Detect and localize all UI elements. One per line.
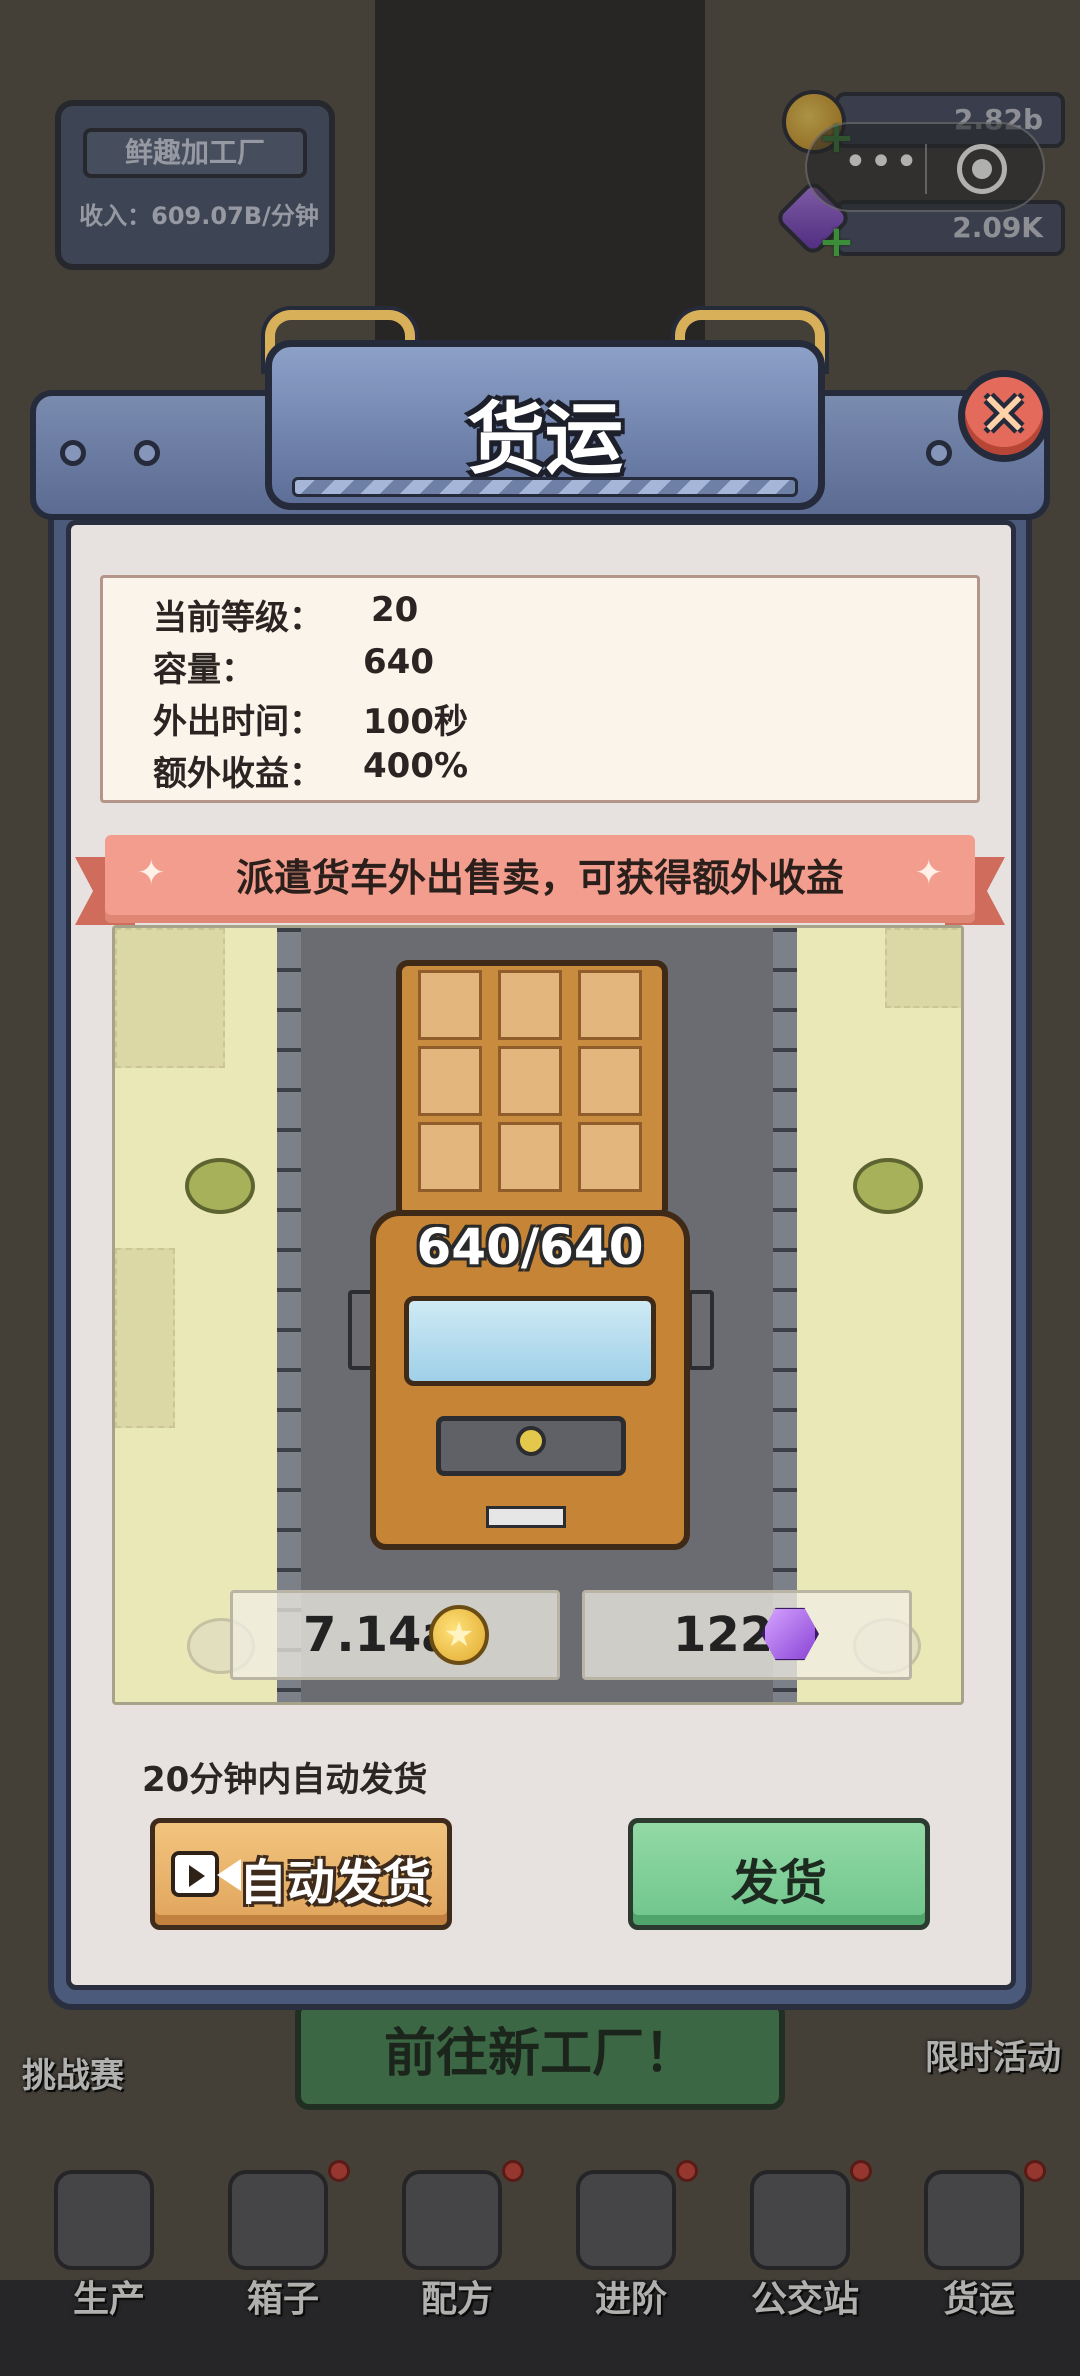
windshield (404, 1296, 656, 1386)
bush (853, 1158, 923, 1214)
auto-ship-label: 自动发货 (239, 1855, 432, 1911)
stat-value: 640 (363, 642, 434, 682)
crate (498, 1046, 562, 1116)
bush (185, 1158, 255, 1214)
rivet (926, 440, 952, 466)
coin-icon (429, 1605, 489, 1665)
coin-reward: 7.14a (230, 1590, 560, 1680)
truck-load-count: 640/640 (416, 1218, 644, 1276)
stat-label: 外出时间： (153, 702, 323, 742)
stat-label: 额外收益： (153, 754, 323, 794)
crate (418, 970, 482, 1040)
dialog-title: 货运 (466, 395, 623, 485)
crate (498, 1122, 562, 1192)
auto-ship-note: 20分钟内自动发货 (142, 1760, 428, 1800)
auto-ship-button[interactable]: 自动发货 (150, 1818, 452, 1930)
crate (578, 1046, 642, 1116)
sparkle-icon: ✦ (914, 853, 944, 893)
title-stripe (292, 477, 798, 497)
crate (498, 970, 562, 1040)
gem-reward-value: 122 (673, 1607, 774, 1663)
stat-value: 100秒 (363, 702, 468, 742)
crate (418, 1046, 482, 1116)
close-button[interactable]: ✕ (958, 370, 1050, 462)
stats-card: 当前等级： 20 容量： 640 外出时间： 100秒 额外收益： 400% (100, 575, 980, 803)
grass-patch (115, 1248, 175, 1428)
grass-patch (115, 928, 225, 1068)
ship-label: 发货 (730, 1855, 827, 1911)
ship-button[interactable]: 发货 (628, 1818, 930, 1930)
stat-label: 当前等级： (153, 598, 323, 638)
video-ad-icon (171, 1847, 241, 1903)
stat-label: 容量： (153, 650, 255, 690)
rivet (60, 440, 86, 466)
ribbon-body: ✦ 派遣货车外出售卖，可获得额外收益 ✦ (105, 835, 975, 923)
title-plate: 货运 (265, 340, 825, 510)
delivery-truck: 640/640 (348, 960, 720, 1590)
rivet (134, 440, 160, 466)
cargo-dialog: 货运 ✕ 当前等级： 20 容量： 640 外出时间： 100秒 额外收益： 4… (30, 310, 1050, 2020)
license-plate (486, 1506, 566, 1528)
banner-text: 派遣货车外出售卖，可获得额外收益 (235, 856, 844, 900)
close-icon: ✕ (978, 380, 1030, 450)
truck-cargo-box (396, 960, 668, 1220)
stat-value: 20 (371, 590, 419, 630)
truck-emblem (516, 1426, 546, 1456)
gem-reward: 122 (582, 1590, 912, 1680)
side-mirror (688, 1290, 714, 1370)
stat-value: 400% (363, 746, 469, 786)
crate (418, 1122, 482, 1192)
info-banner: ✦ 派遣货车外出售卖，可获得额外收益 ✦ (75, 835, 1005, 925)
crate (578, 1122, 642, 1192)
crate (578, 970, 642, 1040)
curb (277, 928, 301, 1702)
grass-patch (885, 928, 961, 1008)
curb (773, 928, 797, 1702)
